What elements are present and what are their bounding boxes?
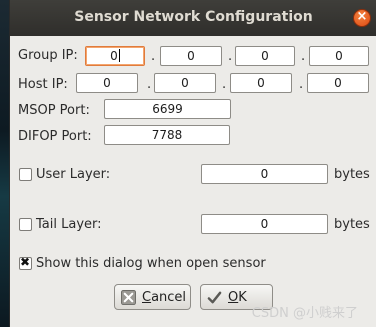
ip-separator: . <box>228 49 233 64</box>
group-ip-octet-1[interactable]: 0 <box>85 46 145 66</box>
ip-separator: . <box>299 77 304 92</box>
dialog-title: Sensor Network Configuration <box>74 9 313 25</box>
tail-layer-checkbox[interactable] <box>19 218 32 231</box>
group-ip-octet-3[interactable]: 0 <box>235 46 295 66</box>
ip-separator: . <box>222 77 227 92</box>
cancel-mnemonic: C <box>142 289 152 305</box>
host-ip-octet-1[interactable]: 0 <box>76 73 138 93</box>
text-caret <box>118 49 120 62</box>
user-layer-label: User Layer: <box>36 167 111 182</box>
host-ip-octet-3[interactable]: 0 <box>230 73 292 93</box>
ip-separator: . <box>151 49 156 64</box>
title-bar: × Sensor Network Configuration <box>10 0 376 36</box>
user-layer-field[interactable]: 0 <box>201 164 328 184</box>
desktop-background <box>0 0 9 327</box>
group-ip-label: Group IP: <box>18 48 78 63</box>
config-dialog: × Sensor Network Configuration Group IP:… <box>9 0 376 327</box>
tail-layer-field[interactable]: 0 <box>201 214 328 234</box>
ok-label: K <box>238 289 247 305</box>
tail-layer-label: Tail Layer: <box>36 217 102 232</box>
ip-separator: . <box>301 49 306 64</box>
group-ip-octet-2[interactable]: 0 <box>160 46 222 66</box>
host-ip-octet-2[interactable]: 0 <box>154 73 216 93</box>
group-ip-octet-4[interactable]: 0 <box>309 46 369 66</box>
ok-mnemonic: O <box>228 289 239 305</box>
host-ip-label: Host IP: <box>18 77 68 92</box>
check-icon <box>207 291 222 303</box>
show-dialog-label: Show this dialog when open sensor <box>36 256 266 271</box>
show-dialog-checkbox[interactable] <box>19 255 32 270</box>
msop-port-label: MSOP Port: <box>18 103 90 118</box>
host-ip-octet-4[interactable]: 0 <box>307 73 369 93</box>
watermark-text: CSDN @小贱来了 <box>251 306 358 321</box>
msop-port-field[interactable]: 6699 <box>104 99 231 119</box>
user-layer-unit: bytes <box>334 167 370 182</box>
cancel-label: ancel <box>151 289 187 305</box>
difop-port-field[interactable]: 7788 <box>104 125 230 145</box>
tail-layer-unit: bytes <box>334 217 370 232</box>
user-layer-checkbox[interactable] <box>19 168 32 181</box>
cancel-x-icon <box>121 289 136 305</box>
ip-separator: . <box>147 77 152 92</box>
cancel-button[interactable]: Cancel <box>114 284 191 310</box>
difop-port-label: DIFOP Port: <box>18 129 92 144</box>
